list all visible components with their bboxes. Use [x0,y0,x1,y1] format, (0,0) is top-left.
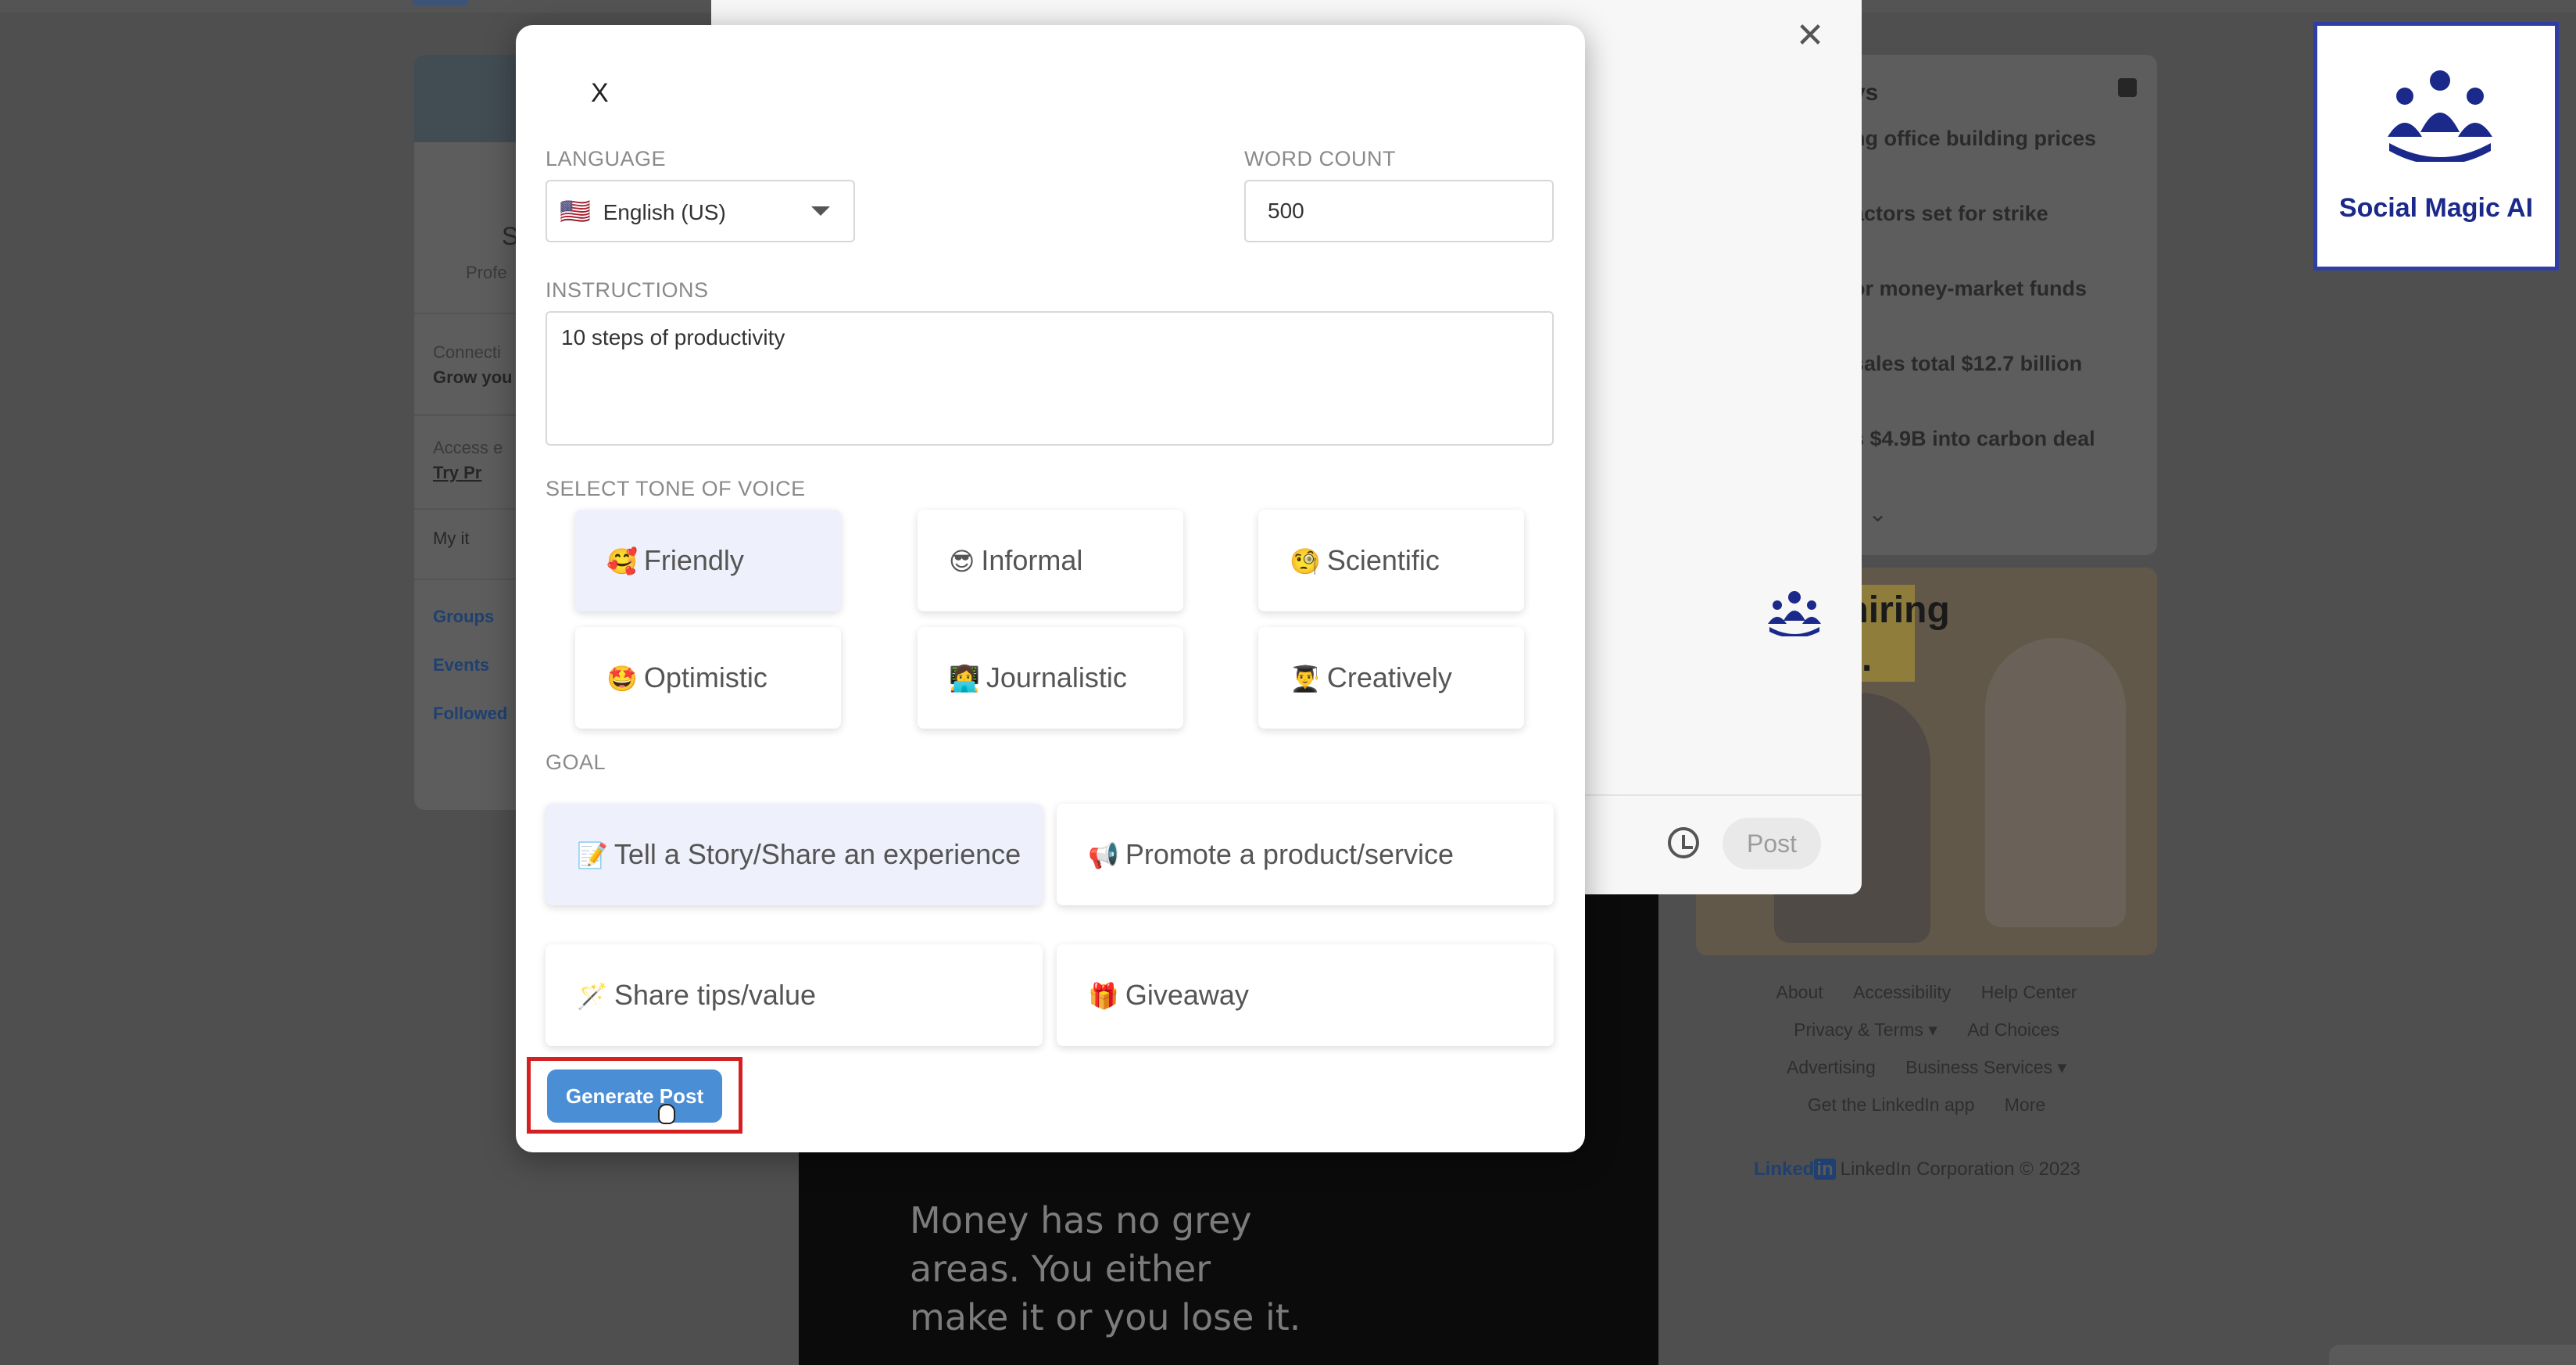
events-link[interactable]: Events [433,655,489,675]
technologist-icon: 👩‍💻 [949,664,980,693]
goal-giveaway[interactable]: 🎁 Giveaway [1057,944,1554,1046]
tone-label-text: Optimistic [643,661,767,693]
tone-label-text: Friendly [643,544,744,576]
star-eyes-face-icon: 🤩 [606,664,638,693]
close-icon[interactable]: ✕ [1794,19,1826,53]
tone-friendly[interactable]: 🥰 Friendly [575,510,841,611]
news-item[interactable]: sales total $12.7 billion [1852,352,2082,376]
linkedin-logo [413,0,467,6]
megaphone-icon: 📢 [1088,840,1119,870]
tone-optimistic[interactable]: 🤩 Optimistic [575,627,841,729]
tone-informal[interactable]: 😎 Informal [918,510,1183,611]
generate-post-label: Generate Post [565,1084,704,1108]
footer-link[interactable]: More [2005,1095,2045,1115]
monocle-face-icon: 🧐 [1290,546,1321,576]
goal-label-text: Giveaway [1125,979,1249,1011]
followed-link[interactable]: Followed [433,704,507,724]
tone-label-text: Journalistic [986,661,1127,693]
flag-icon: 🇺🇸 [560,196,591,226]
tone-label-text: Creatively [1326,661,1452,693]
goal-tell-story[interactable]: 📝 Tell a Story/Share an experience [546,804,1043,905]
smiling-face-icon: 🥰 [606,546,638,576]
goal-label-text: Share tips/value [614,979,816,1011]
close-button[interactable]: X [591,78,609,109]
language-select[interactable]: 🇺🇸 English (US) [546,180,855,242]
word-count-label: WORD COUNT [1244,147,1396,170]
clock-icon[interactable] [1668,827,1699,858]
linkedin-brand: Linked [1754,1159,1815,1180]
footer-link[interactable]: About [1776,982,1823,1002]
access-label: Access e [433,438,503,457]
tone-creatively[interactable]: 👨‍🎓 Creatively [1258,627,1524,729]
goal-label: GOAL [546,751,606,774]
copyright-text: LinkedIn Corporation © 2023 [1840,1159,2080,1180]
instructions-label: INSTRUCTIONS [546,278,709,302]
copyright: Linked in LinkedIn Corporation © 2023 [1754,1159,2080,1180]
footer-link[interactable]: Privacy & Terms ▾ [1794,1019,1937,1040]
footer-link[interactable]: Get the LinkedIn app [1808,1095,1975,1115]
goal-promote[interactable]: 📢 Promote a product/service [1057,804,1554,905]
people-group-icon [2388,70,2492,162]
news-item[interactable]: ng office building prices [1852,127,2096,151]
tone-label-text: Informal [981,544,1083,576]
tone-journalistic[interactable]: 👩‍💻 Journalistic [918,627,1183,729]
memo-icon: 📝 [577,840,608,870]
social-magic-logo: Social Magic AI [2313,22,2559,270]
graduate-icon: 👨‍🎓 [1290,664,1321,693]
hand-cursor-icon [658,1104,675,1124]
instructions-textarea[interactable]: 10 steps of productivity [546,311,1554,446]
sunglasses-face-icon: 😎 [949,546,975,576]
connections-sub[interactable]: Grow you [433,367,512,388]
news-item[interactable]: s $4.9B into carbon deal [1852,427,2095,451]
ad-photo-person [1985,638,2126,927]
footer-link[interactable]: Advertising [1787,1057,1876,1077]
language-label: LANGUAGE [546,147,667,170]
goal-label-text: Promote a product/service [1125,838,1454,870]
goal-label-text: Tell a Story/Share an experience [614,838,1021,870]
news-item[interactable]: actors set for strike [1852,202,2048,226]
word-count-input[interactable]: 500 [1244,180,1554,242]
groups-link[interactable]: Groups [433,607,494,627]
linkedin-in-icon: in [1814,1159,1836,1180]
post-button[interactable]: Post [1723,818,1821,869]
chevron-down-icon[interactable]: ⌄ [1868,500,1887,528]
info-icon[interactable] [2118,78,2137,97]
my-items-link[interactable]: My it [433,528,469,549]
footer-link[interactable]: Business Services ▾ [1905,1057,2066,1077]
messaging-tab[interactable] [2329,1345,2576,1365]
try-premium-link[interactable]: Try Pr [433,463,481,483]
social-magic-icon[interactable] [1766,589,1823,636]
generate-post-button[interactable]: Generate Post [547,1069,722,1124]
magic-wand-icon: 🪄 [577,981,608,1011]
caret-down-icon [811,206,830,216]
tone-label-text: Scientific [1326,544,1440,576]
footer-link[interactable]: Ad Choices [1967,1019,2059,1040]
goal-share-tips[interactable]: 🪄 Share tips/value [546,944,1043,1046]
profile-headline: Profe [466,263,507,282]
tone-label: SELECT TONE OF VOICE [546,477,806,500]
gift-icon: 🎁 [1088,981,1119,1011]
footer-link[interactable]: Help Center [1981,982,2077,1002]
footer-link[interactable]: Accessibility [1853,982,1951,1002]
connections-label: Connecti [433,342,501,362]
language-value: English (US) [603,200,726,224]
logo-title: Social Magic AI [2338,193,2534,223]
feed-quote-text: Money has no grey areas. You either make… [910,1199,1301,1338]
tone-scientific[interactable]: 🧐 Scientific [1258,510,1524,611]
social-magic-modal: X LANGUAGE 🇺🇸 English (US) WORD COUNT 50… [516,25,1585,1152]
news-item[interactable]: or money-market funds [1852,277,2087,301]
